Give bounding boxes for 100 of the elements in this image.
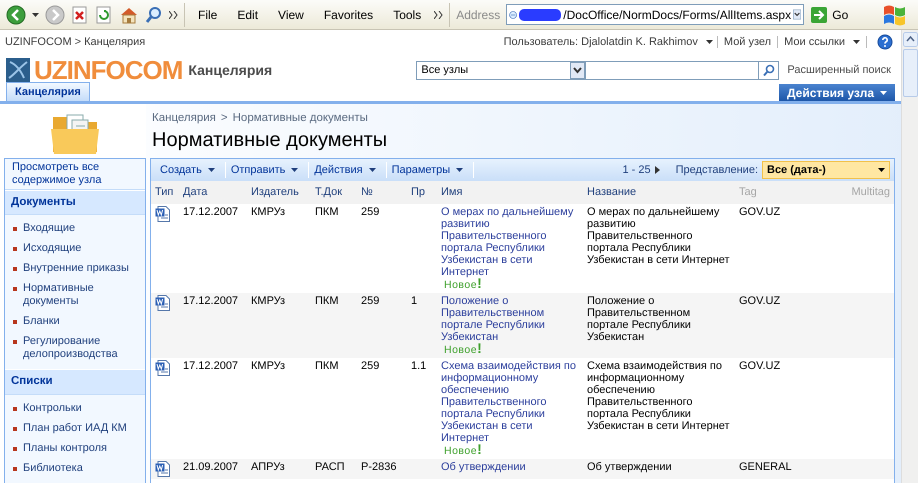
top-link[interactable]: Мои ссылки: [778, 34, 866, 50]
chevron-icon[interactable]: [434, 10, 444, 18]
bullet-icon: [13, 406, 17, 410]
home-icon[interactable]: [119, 6, 139, 24]
section-heading[interactable]: Документы: [5, 190, 145, 216]
refresh-icon[interactable]: [95, 6, 113, 24]
site-actions-button[interactable]: Действия узла: [778, 84, 895, 101]
dropdown-icon[interactable]: [570, 62, 586, 78]
doc-type-cell: ПКМ: [315, 360, 338, 372]
column-header[interactable]: №: [357, 181, 407, 204]
go-button[interactable]: Go: [810, 6, 848, 24]
dropdown-caret-icon: [368, 168, 376, 172]
back-icon[interactable]: [6, 4, 26, 24]
document-link[interactable]: Положение о Правительственном портале Республики Узбекистан: [441, 294, 579, 342]
section-heading[interactable]: Списки: [5, 369, 145, 394]
view-label: Представление:: [676, 162, 758, 178]
help-icon[interactable]: [877, 34, 893, 50]
dropdown-caret-icon: [706, 40, 713, 44]
tag-cell: GOV.UZ: [739, 206, 780, 218]
column-header: Multitag: [813, 181, 894, 204]
page-title: Нормативные документы: [152, 128, 388, 154]
dropdown-caret-icon: [32, 12, 39, 16]
breadcrumb[interactable]: UZINFOCOM > Канцелярия: [5, 34, 146, 50]
logo-text: UZINFOCOM: [34, 57, 182, 83]
publisher-cell: КМРУз: [251, 360, 286, 372]
new-label: Новое: [444, 278, 478, 290]
scope-text: Все узлы: [421, 62, 468, 78]
sidebar-item[interactable]: Контрольки: [5, 398, 145, 418]
word-document-icon[interactable]: [155, 294, 170, 310]
menu-item[interactable]: Favorites: [316, 6, 380, 24]
document-link[interactable]: О мерах по дальнейшему развитию Правительственного портала Республики Узбекистан в сети Интернет: [441, 206, 579, 278]
toolbar-menu[interactable]: Параметры: [386, 162, 474, 178]
word-document-icon[interactable]: [155, 460, 170, 476]
sidebar-item[interactable]: Планы контроля: [5, 438, 145, 458]
menu-item[interactable]: File: [191, 6, 224, 24]
title-cell: Положение о Правительственном портале Республики Узбекистан: [587, 294, 691, 342]
publisher-cell: АПРУз: [251, 460, 285, 472]
bullet-icon: [13, 267, 17, 272]
scope-dropdown[interactable]: Все узлы: [416, 60, 586, 80]
toolbar-menu[interactable]: Действия: [309, 162, 387, 178]
search-icon[interactable]: [145, 6, 163, 24]
user-menu[interactable]: Пользователь: Djalolatdin K. Rakhimov: [504, 34, 717, 50]
sidebar-item[interactable]: Бланки: [5, 312, 145, 332]
word-document-icon[interactable]: [155, 206, 170, 222]
stop-icon[interactable]: [71, 6, 89, 24]
sidebar-item[interactable]: Исходящие: [5, 239, 145, 260]
menu-item[interactable]: Edit: [230, 6, 266, 24]
column-header[interactable]: Название: [583, 181, 735, 204]
bullet-icon: [13, 320, 17, 324]
paging-text: 1 - 25: [622, 162, 651, 178]
toolbar-menu[interactable]: Создать: [155, 162, 226, 178]
dropdown-caret-icon: [208, 168, 215, 172]
column-header[interactable]: Дата: [179, 181, 247, 204]
advanced-search-link[interactable]: Расширенный поиск: [787, 62, 891, 78]
sidebar-item[interactable]: План работ ИАД КМ: [5, 418, 145, 438]
scroll-up-icon[interactable]: [902, 32, 918, 47]
column-header[interactable]: Тип: [151, 181, 179, 204]
bullet-icon: [13, 247, 17, 252]
site-tab[interactable]: Канцелярия: [6, 82, 90, 101]
column-header[interactable]: Пр: [407, 181, 437, 204]
new-mark: !: [477, 274, 482, 290]
search-button[interactable]: [759, 60, 780, 80]
view-dropdown[interactable]: Все (дата-): [762, 161, 890, 179]
sidebar-item[interactable]: Нормативные документы: [5, 279, 145, 312]
chevron-icon[interactable]: [169, 10, 178, 18]
sidebar-item[interactable]: Библиотека: [5, 458, 145, 478]
column-header[interactable]: Имя: [437, 181, 583, 204]
bullet-icon: [13, 466, 17, 470]
bullet-icon: [13, 446, 17, 450]
scroll-thumb[interactable]: [902, 49, 918, 97]
flag-logo-icon: [882, 2, 906, 26]
sidebar-item[interactable]: Внутренние приказы: [5, 259, 145, 280]
item-cell: 1: [411, 294, 418, 306]
menu-item[interactable]: Tools: [386, 6, 428, 24]
top-link[interactable]: Мой узел: [718, 34, 778, 50]
search-field[interactable]: [586, 60, 760, 80]
next-page-icon[interactable]: [654, 166, 660, 174]
document-link[interactable]: Схема взаимодействия по информационному обеспечению Правительственного портала Республики Узбекистан в сети Интернет: [441, 360, 579, 444]
breadcrumb-separator: >: [220, 111, 228, 126]
address-label: Address: [456, 6, 500, 24]
column-header[interactable]: Т.Док: [311, 181, 357, 204]
number-cell: 259: [361, 294, 380, 306]
doc-type-cell: ПКМ: [315, 206, 338, 218]
dropdown-caret-icon: [878, 168, 885, 172]
word-document-icon[interactable]: [155, 360, 170, 376]
menu-item[interactable]: View: [271, 6, 311, 24]
sidebar-item[interactable]: Регулирование делопроизводства: [5, 332, 145, 366]
forward-icon[interactable]: [45, 4, 65, 24]
toolbar-menu[interactable]: Отправить: [226, 162, 310, 178]
address-field[interactable]: /DocOffice/NormDocs/Forms/AllItems.aspx: [506, 4, 804, 25]
tag-cell: GENERAL: [739, 460, 792, 472]
date-cell: 17.12.2007: [183, 206, 238, 218]
title-cell: Об утверждении: [587, 460, 672, 472]
publisher-cell: КМРУз: [251, 294, 286, 306]
breadcrumb-link[interactable]: Канцелярия: [152, 110, 216, 128]
column-header[interactable]: Издатель: [247, 181, 311, 204]
title-cell: Схема взаимодействия по информационному обеспечению Правительственного портала Республики Узбекистан в сети Интернет: [587, 360, 730, 432]
sidebar-item[interactable]: Входящие: [5, 219, 145, 240]
dropdown-caret-icon: [880, 90, 887, 94]
dropdown-caret-icon: [291, 168, 298, 172]
